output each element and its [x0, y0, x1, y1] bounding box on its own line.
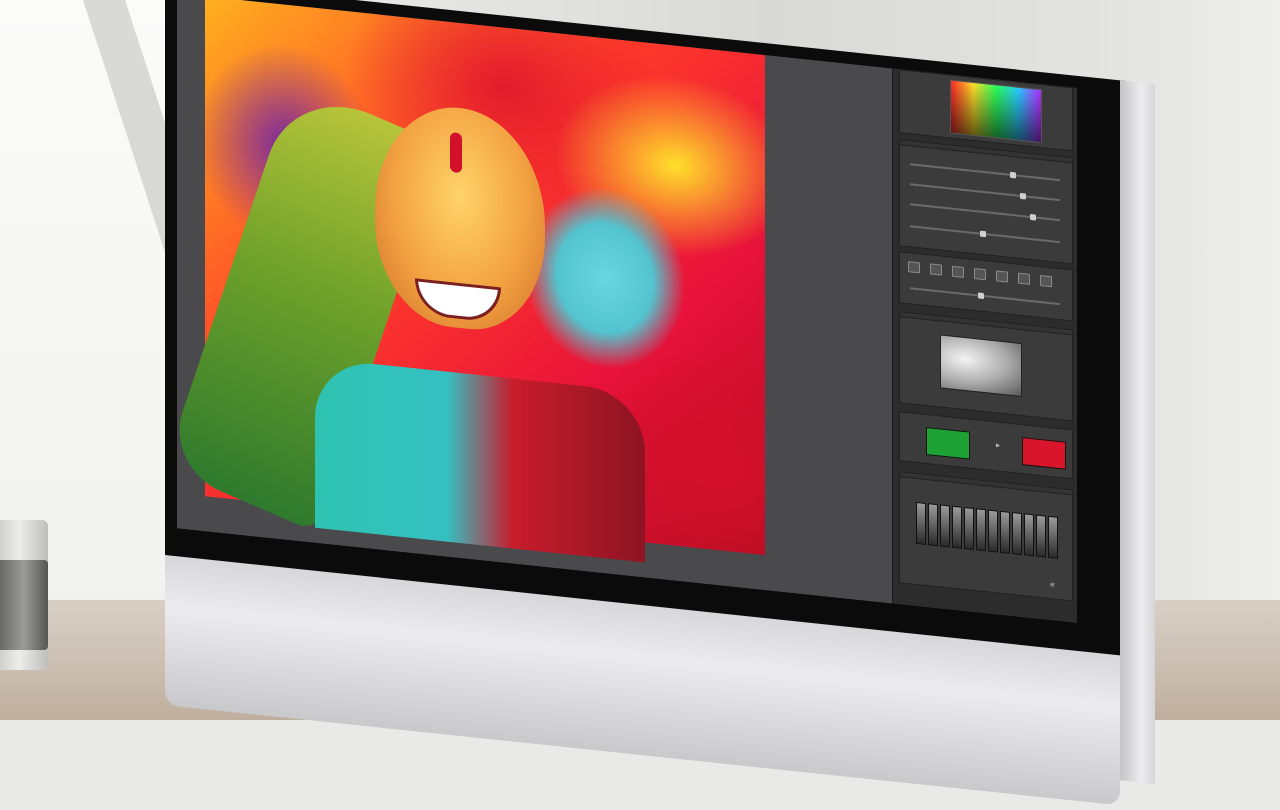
tool-slider-track[interactable] [910, 287, 1060, 306]
artwork-forehead-mark [450, 131, 462, 174]
levels-bar [1012, 512, 1022, 556]
levels-bar [916, 501, 926, 545]
document-canvas-area[interactable] [177, 0, 892, 604]
monitor-side-frame [1120, 80, 1155, 785]
levels-bar [940, 504, 950, 548]
slider-track-2[interactable] [910, 183, 1060, 202]
levels-bar [1024, 513, 1034, 557]
levels-bar [952, 505, 962, 549]
screen: ▸ ≡ [177, 0, 1077, 623]
levels-bar [928, 503, 938, 547]
levels-bar [976, 508, 986, 552]
levels-bar [964, 506, 974, 551]
slider-knob-2[interactable] [1020, 192, 1026, 200]
levels-bars [916, 501, 1058, 559]
mug-band [0, 560, 48, 650]
text-icon[interactable] [996, 270, 1008, 283]
swatch-arrow-icon[interactable]: ▸ [996, 440, 1000, 449]
swatches-panel: ▸ [899, 411, 1073, 480]
slider-track-3[interactable] [910, 203, 1060, 222]
hand-icon[interactable] [1040, 274, 1052, 288]
adjustments-panel [899, 139, 1073, 265]
gradient-preview[interactable] [940, 334, 1022, 398]
artwork-image[interactable] [177, 0, 765, 563]
brush-icon[interactable] [930, 263, 942, 276]
artwork-shoulders [315, 357, 645, 563]
tool-buttons-row [908, 261, 1052, 288]
crop-icon[interactable] [908, 261, 920, 274]
levels-bar [988, 509, 998, 553]
stamp-icon[interactable] [974, 268, 986, 281]
eraser-icon[interactable] [952, 265, 964, 278]
levels-panel: ≡ [899, 471, 1073, 602]
color-picker-field[interactable] [950, 79, 1042, 144]
panel-menu-icon[interactable]: ≡ [1050, 580, 1055, 589]
swatch-red[interactable] [1022, 437, 1066, 470]
tool-slider-knob[interactable] [978, 292, 984, 300]
swatch-green[interactable] [926, 426, 970, 460]
shape-icon[interactable] [1018, 272, 1030, 285]
panel-stack: ▸ ≡ [892, 68, 1077, 623]
slider-knob-4[interactable] [980, 230, 986, 238]
levels-bar [1000, 510, 1010, 554]
slider-knob-1[interactable] [1010, 171, 1016, 179]
gradient-panel [899, 311, 1073, 422]
slider-knob-3[interactable] [1030, 213, 1036, 221]
slider-track-1[interactable] [910, 163, 1060, 182]
monitor: ▸ ≡ [165, 0, 1165, 806]
levels-bar [1036, 514, 1046, 558]
levels-bar [1048, 515, 1058, 559]
